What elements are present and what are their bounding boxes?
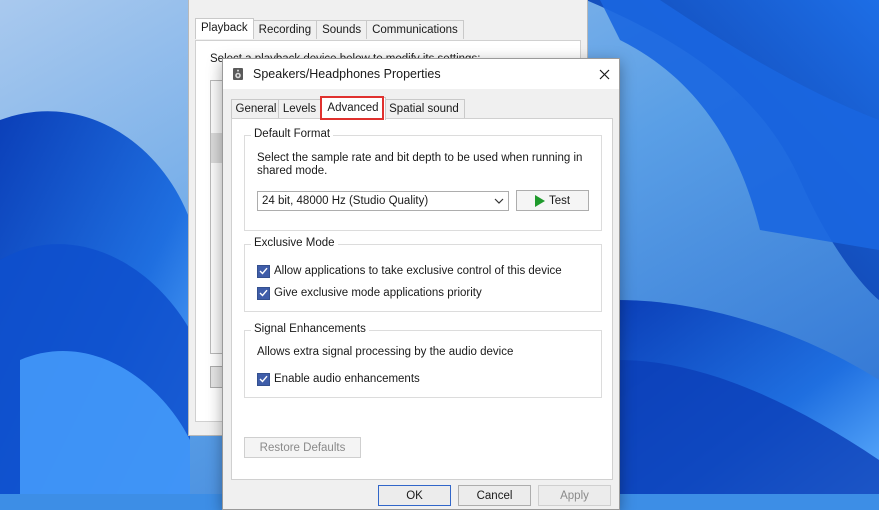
enable-enhancements-label: Enable audio enhancements bbox=[274, 373, 420, 385]
restore-defaults-button[interactable]: Restore Defaults bbox=[244, 437, 361, 458]
signal-enhancements-title: Signal Enhancements bbox=[251, 323, 369, 335]
tab-advanced[interactable]: Advanced bbox=[320, 97, 386, 120]
tab-sounds[interactable]: Sounds bbox=[316, 20, 368, 39]
exclusive-priority-label: Give exclusive mode applications priorit… bbox=[274, 287, 482, 299]
dialog-title: Speakers/Headphones Properties bbox=[253, 67, 441, 81]
default-format-description: Select the sample rate and bit depth to … bbox=[257, 152, 583, 177]
apply-button[interactable]: Apply bbox=[538, 485, 611, 506]
close-icon bbox=[599, 69, 609, 79]
ok-button[interactable]: OK bbox=[378, 485, 451, 506]
speaker-icon bbox=[233, 68, 243, 80]
signal-enhancements-description: Allows extra signal processing by the au… bbox=[257, 346, 514, 358]
tab-levels[interactable]: Levels bbox=[278, 99, 321, 119]
tab-spatial-sound[interactable]: Spatial sound bbox=[383, 99, 465, 119]
test-button-label: Test bbox=[548, 194, 571, 207]
play-icon bbox=[534, 194, 545, 207]
default-format-title: Default Format bbox=[251, 128, 334, 140]
tab-recording[interactable]: Recording bbox=[252, 20, 318, 39]
checkmark-icon bbox=[259, 289, 268, 297]
test-button[interactable]: Test bbox=[516, 190, 589, 211]
close-button[interactable] bbox=[591, 63, 617, 85]
allow-exclusive-checkbox[interactable] bbox=[257, 264, 270, 278]
sample-rate-dropdown[interactable]: 24 bit, 48000 Hz (Studio Quality) bbox=[257, 191, 509, 211]
enable-enhancements-checkbox[interactable] bbox=[257, 372, 270, 386]
tab-communications[interactable]: Communications bbox=[366, 20, 464, 39]
exclusive-mode-title: Exclusive Mode bbox=[251, 237, 338, 249]
sound-dialog-tabs: Playback Recording Sounds Communications bbox=[195, 18, 464, 40]
tab-playback[interactable]: Playback bbox=[195, 18, 254, 39]
tab-general[interactable]: General bbox=[231, 99, 281, 119]
enable-enhancements-row[interactable]: Enable audio enhancements bbox=[257, 372, 420, 386]
checkmark-icon bbox=[259, 267, 268, 275]
exclusive-priority-row[interactable]: Give exclusive mode applications priorit… bbox=[257, 286, 482, 300]
default-format-group: Default Format Select the sample rate an… bbox=[244, 128, 602, 231]
exclusive-priority-checkbox[interactable] bbox=[257, 286, 270, 300]
checkmark-icon bbox=[259, 375, 268, 383]
allow-exclusive-label: Allow applications to take exclusive con… bbox=[274, 265, 562, 277]
title-bar: Speakers/Headphones Properties bbox=[223, 59, 619, 89]
cancel-button[interactable]: Cancel bbox=[458, 485, 531, 506]
allow-exclusive-row[interactable]: Allow applications to take exclusive con… bbox=[257, 264, 562, 278]
speakers-properties-dialog: Speakers/Headphones Properties General L… bbox=[222, 58, 620, 510]
advanced-panel: Default Format Select the sample rate an… bbox=[231, 118, 613, 480]
chevron-down-icon bbox=[494, 198, 504, 204]
sample-rate-value: 24 bit, 48000 Hz (Studio Quality) bbox=[262, 195, 429, 207]
signal-enhancements-group: Signal Enhancements Allows extra signal … bbox=[244, 323, 602, 398]
exclusive-mode-group: Exclusive Mode Allow applications to tak… bbox=[244, 237, 602, 312]
